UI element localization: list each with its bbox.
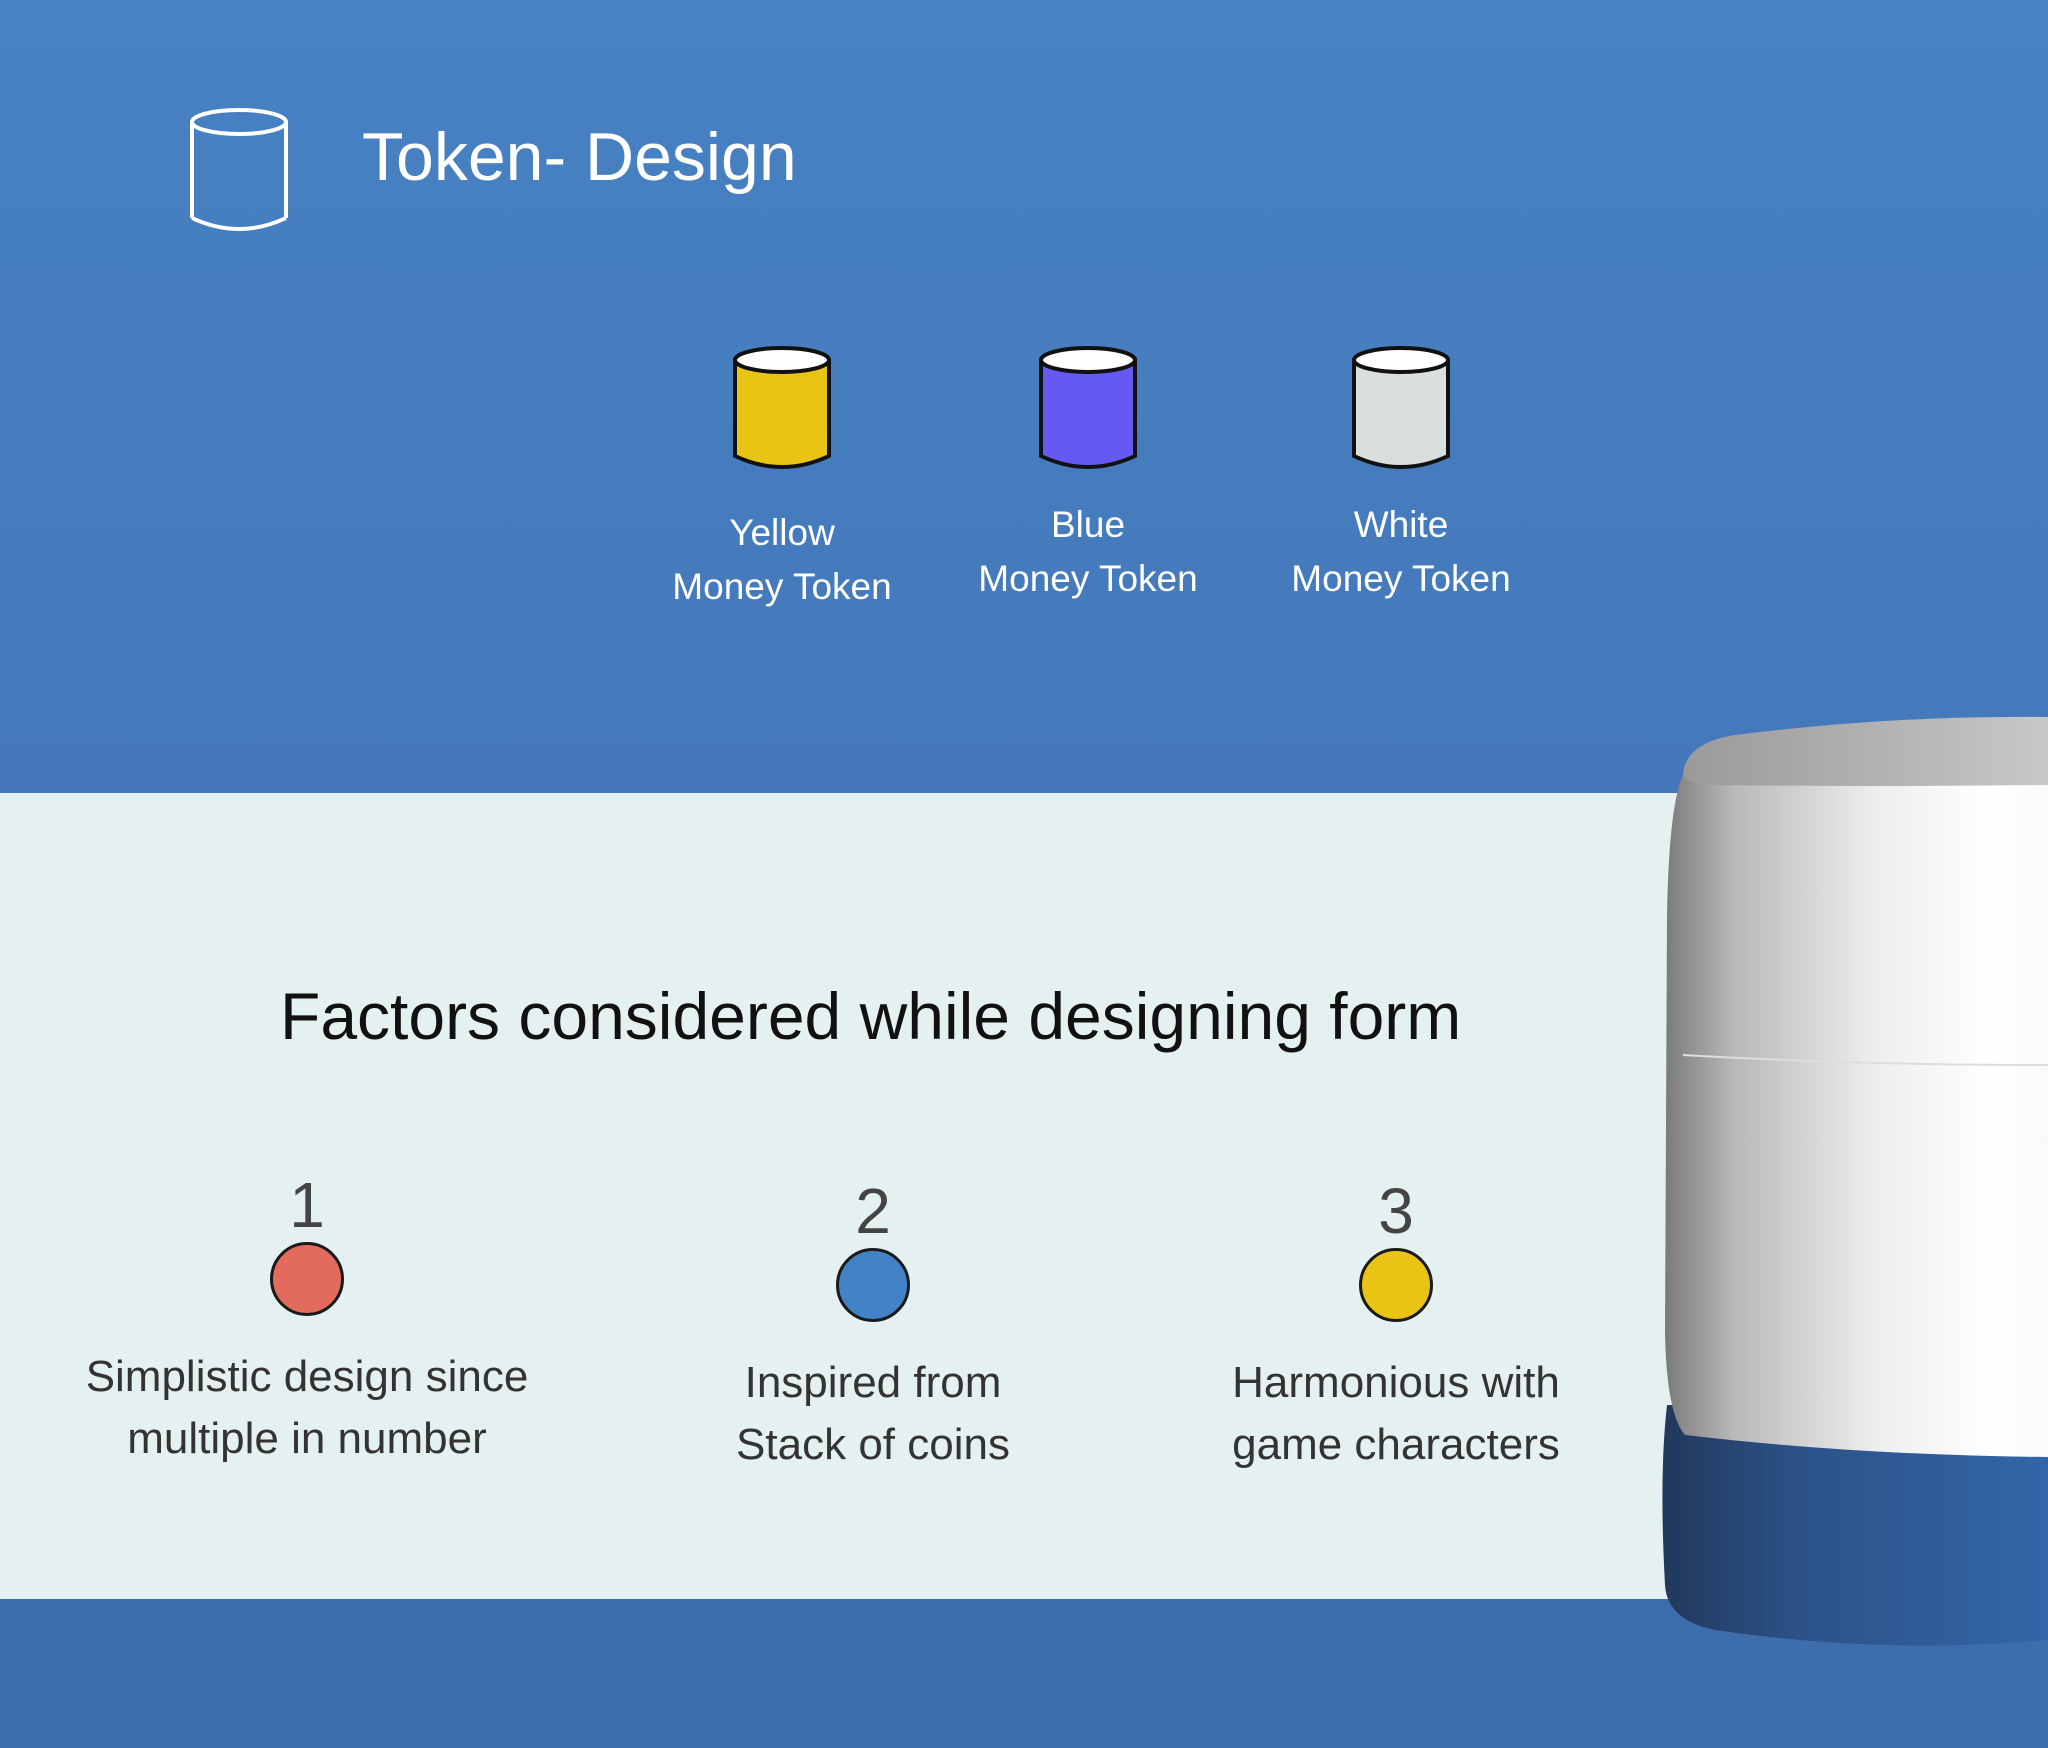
- factors-heading: Factors considered while designing form: [280, 979, 1462, 1053]
- factor-item-1: 1 Simplistic design since multiple in nu…: [27, 1170, 587, 1470]
- token-label-line1: Blue: [1050, 504, 1126, 545]
- factor-number: 1: [289, 1169, 325, 1241]
- cylinder-outline-icon: [190, 108, 288, 231]
- token-label-line1: White: [1353, 504, 1449, 545]
- factor-dot: [270, 1242, 344, 1316]
- factor-item-2: 2 Inspired from Stack of coins: [593, 1176, 1153, 1476]
- token-label-line2: Money Token: [1291, 558, 1511, 599]
- factor-number: 2: [855, 1175, 891, 1247]
- factor-text-line2: Stack of coins: [736, 1420, 1010, 1469]
- token-yellow: Yellow Money Token: [642, 344, 922, 614]
- factor-text-line1: Harmonious with: [1232, 1358, 1560, 1407]
- token-label-line2: Money Token: [978, 558, 1198, 599]
- token-label-line1: Yellow: [729, 512, 835, 553]
- factor-dot: [836, 1248, 910, 1322]
- blue-token-icon: [1039, 346, 1137, 469]
- factor-text-line1: Simplistic design since: [85, 1352, 529, 1401]
- token-3d-render: [1662, 716, 2048, 1646]
- white-token-icon: [1352, 346, 1450, 469]
- yellow-token-icon: [733, 346, 831, 469]
- factor-dot: [1359, 1248, 1433, 1322]
- factor-text-line2: multiple in number: [127, 1414, 487, 1463]
- page-title: Token- Design: [362, 119, 797, 195]
- token-blue: Blue Money Token: [948, 344, 1228, 606]
- token-white: White Money Token: [1261, 344, 1541, 606]
- factor-number: 3: [1378, 1175, 1414, 1247]
- token-label-line2: Money Token: [672, 566, 892, 607]
- factor-item-3: 3 Harmonious with game characters: [1116, 1176, 1676, 1476]
- factor-text-line1: Inspired from: [744, 1358, 1002, 1407]
- factor-text-line2: game characters: [1232, 1420, 1560, 1469]
